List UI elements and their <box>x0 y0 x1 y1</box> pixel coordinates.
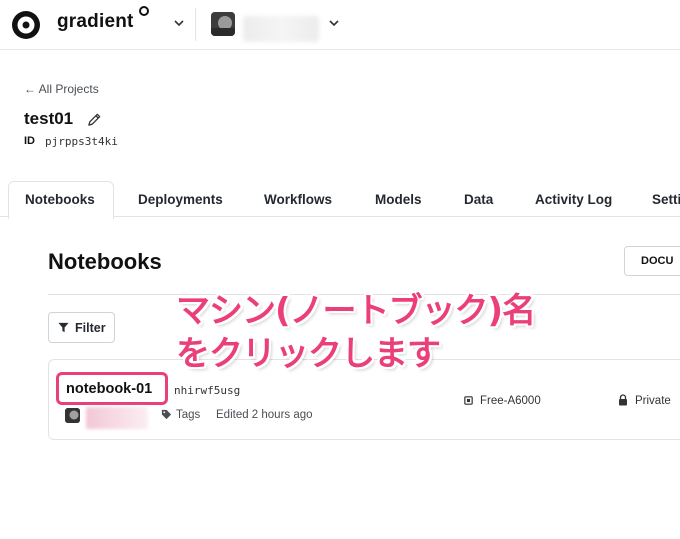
all-projects-link[interactable]: ← All Projects <box>24 82 99 96</box>
gradient-logo-icon[interactable] <box>11 10 41 40</box>
brand-name[interactable]: gradient <box>57 11 134 33</box>
filter-icon <box>58 322 69 333</box>
project-title: test01 <box>24 109 74 128</box>
annotation-line-2: をクリックします <box>176 334 441 374</box>
annotation-line-1: マシン(ノートブック)名 <box>176 291 536 331</box>
tab-settings[interactable]: Setti <box>652 192 680 207</box>
chevron-down-icon[interactable] <box>328 17 340 29</box>
privacy-status: Private <box>635 395 671 407</box>
lock-icon <box>619 394 627 406</box>
divider <box>195 8 196 41</box>
pencil-icon[interactable] <box>87 112 102 127</box>
account-name-redacted[interactable] <box>243 16 319 42</box>
highlight-box <box>56 372 168 405</box>
tab-activity-log[interactable]: Activity Log <box>535 192 612 207</box>
chip-icon <box>464 396 473 405</box>
tag-icon <box>161 409 172 420</box>
machine-type: Free-A6000 <box>480 395 541 407</box>
tab-workflows[interactable]: Workflows <box>264 192 332 207</box>
tab-deployments[interactable]: Deployments <box>138 192 223 207</box>
avatar[interactable] <box>211 12 235 36</box>
tab-models[interactable]: Models <box>375 192 422 207</box>
project-id: pjrpps3t4ki <box>45 135 118 148</box>
docs-button[interactable]: DOCU <box>624 246 680 276</box>
tags-button[interactable]: Tags <box>176 409 200 421</box>
edited-timestamp: Edited 2 hours ago <box>216 409 313 421</box>
owner-avatar <box>65 408 80 423</box>
owner-name-redacted <box>86 407 148 429</box>
project-id-label: ID <box>24 135 35 147</box>
tab-data[interactable]: Data <box>464 192 493 207</box>
top-bar: gradient <box>0 0 680 50</box>
notebook-id: nhirwf5usg <box>174 384 241 397</box>
brand-dot-icon <box>139 6 149 16</box>
section-title: Notebooks <box>48 249 162 274</box>
filter-button[interactable]: Filter <box>48 312 115 343</box>
filter-label: Filter <box>75 321 106 335</box>
tab-notebooks[interactable]: Notebooks <box>25 192 95 207</box>
chevron-down-icon[interactable] <box>173 17 185 29</box>
